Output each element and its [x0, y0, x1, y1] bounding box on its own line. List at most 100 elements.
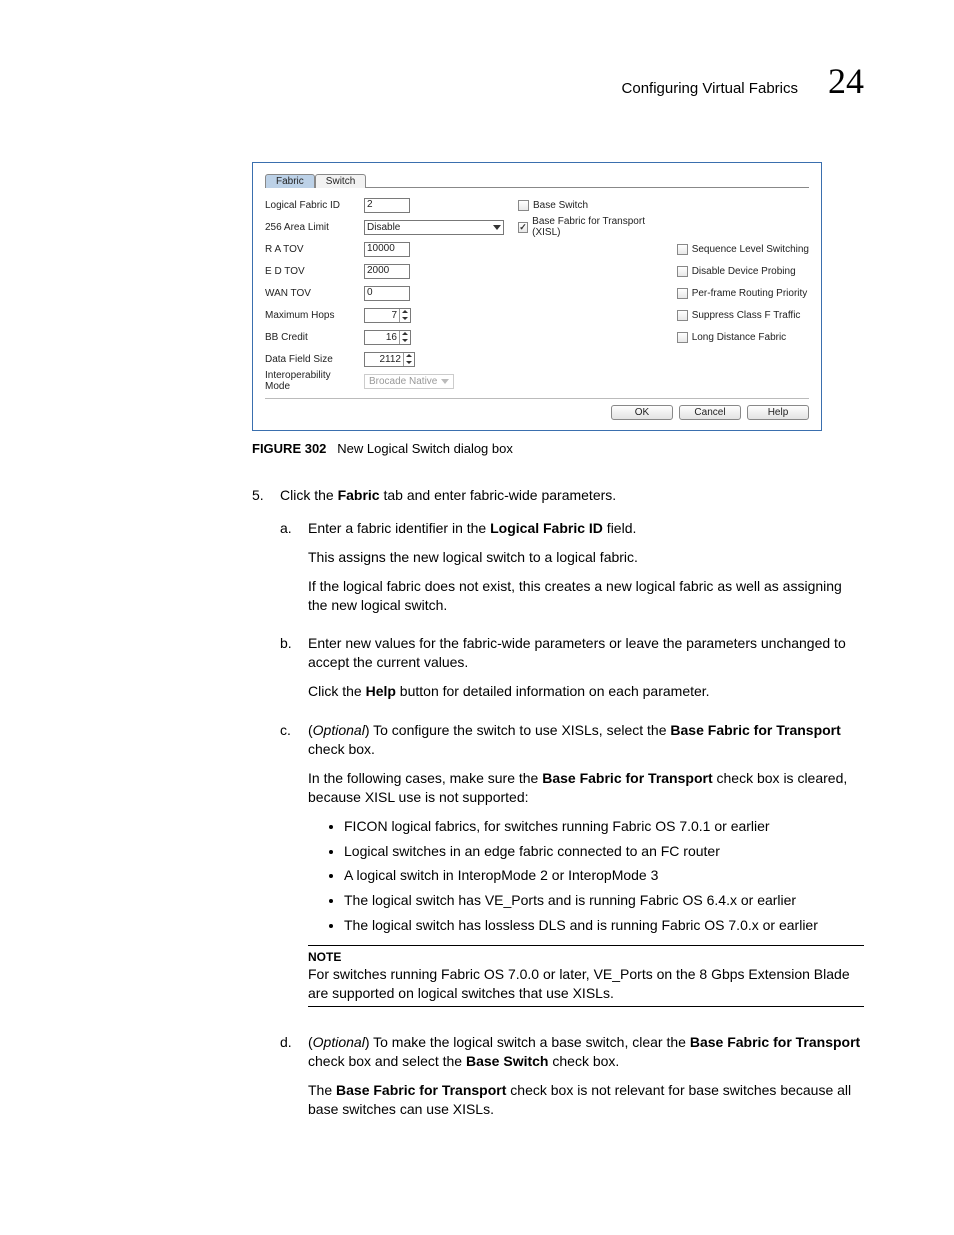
text: field.: [603, 520, 636, 536]
substep-letter: a.: [280, 519, 308, 625]
check-label: Sequence Level Switching: [692, 244, 809, 255]
tab-fabric[interactable]: Fabric: [265, 174, 315, 188]
substep-b: b. Enter new values for the fabric-wide …: [280, 634, 864, 711]
cancel-button[interactable]: Cancel: [679, 405, 741, 420]
arrow-down-icon: [402, 339, 408, 342]
text: The: [308, 1082, 336, 1098]
input-ed-tov[interactable]: 2000: [364, 264, 410, 279]
text: Click the: [308, 683, 366, 699]
check-label: Long Distance Fabric: [692, 332, 787, 343]
input-column: 2 Disable 10000 2000 0 7: [364, 194, 504, 392]
bullet-item: A logical switch in InteropMode 2 or Int…: [344, 866, 864, 885]
checkbox-base-fabric-transport[interactable]: [518, 222, 528, 233]
checks-right: Sequence Level Switching Disable Device …: [677, 194, 809, 392]
new-logical-switch-dialog: Fabric Switch Logical Fabric ID 256 Area…: [252, 162, 822, 431]
figure-label: FIGURE 302: [252, 441, 326, 456]
check-label: Disable Device Probing: [692, 266, 796, 277]
label-wan-tov: WAN TOV: [265, 282, 350, 304]
text-bold: Base Fabric for Transport: [670, 722, 840, 738]
substep-letter: c.: [280, 721, 308, 1023]
input-logical-fabric-id[interactable]: 2: [364, 198, 410, 213]
text-bold: Logical Fabric ID: [490, 520, 603, 536]
spinner-value: 2112: [365, 353, 403, 366]
check-label: Base Fabric for Transport (XISL): [532, 216, 663, 238]
bullet-list: FICON logical fabrics, for switches runn…: [308, 817, 864, 935]
help-button[interactable]: Help: [747, 405, 809, 420]
checkbox-per-frame-routing[interactable]: [677, 288, 688, 299]
chevron-down-icon: [441, 379, 449, 384]
ok-button[interactable]: OK: [611, 405, 673, 420]
substeps: a. Enter a fabric identifier in the Logi…: [280, 519, 864, 1129]
check-label: Per-frame Routing Priority: [692, 288, 808, 299]
input-ra-tov[interactable]: 10000: [364, 242, 410, 257]
substep-d: d. (Optional) To make the logical switch…: [280, 1033, 864, 1129]
bullet-item: The logical switch has lossless DLS and …: [344, 916, 864, 935]
figure-caption: FIGURE 302 New Logical Switch dialog box: [252, 441, 864, 456]
arrow-up-icon: [402, 332, 408, 335]
bullet-item: Logical switches in an edge fabric conne…: [344, 842, 864, 861]
text: ) To configure the switch to use XISLs, …: [365, 722, 671, 738]
header-title: Configuring Virtual Fabrics: [622, 80, 798, 97]
text-italic: Optional: [313, 722, 365, 738]
dialog-buttons: OK Cancel Help: [265, 398, 809, 420]
label-bb-credit: BB Credit: [265, 326, 350, 348]
label-interop-mode: Interoperability Mode: [265, 370, 350, 392]
note-text: For switches running Fabric OS 7.0.0 or …: [308, 965, 864, 1003]
text: check box and select the: [308, 1053, 466, 1069]
text: This assigns the new logical switch to a…: [308, 548, 864, 567]
text: Enter new values for the fabric-wide par…: [308, 634, 864, 672]
page-header: Configuring Virtual Fabrics 24: [90, 60, 864, 102]
spinner-data-field-size[interactable]: 2112: [364, 352, 415, 367]
checkbox-long-distance-fabric[interactable]: [677, 332, 688, 343]
select-value: Brocade Native: [369, 376, 437, 387]
text: button for detailed information on each …: [396, 683, 710, 699]
input-wan-tov[interactable]: 0: [364, 286, 410, 301]
substep-c: c. (Optional) To configure the switch to…: [280, 721, 864, 1023]
arrow-down-icon: [402, 317, 408, 320]
text-bold: Base Fabric for Transport: [690, 1034, 860, 1050]
text: In the following cases, make sure the: [308, 770, 542, 786]
arrow-up-icon: [402, 310, 408, 313]
check-label: Suppress Class F Traffic: [692, 310, 801, 321]
select-256-area-limit[interactable]: Disable: [364, 220, 504, 235]
spinner-value: 7: [365, 309, 399, 322]
label-max-hops: Maximum Hops: [265, 304, 350, 326]
text: tab and enter fabric-wide parameters.: [380, 487, 617, 503]
text: Enter a fabric identifier in the: [308, 520, 490, 536]
label-logical-fabric-id: Logical Fabric ID: [265, 194, 350, 216]
text: check box.: [308, 741, 375, 757]
text-bold: Base Fabric for Transport: [542, 770, 712, 786]
arrow-down-icon: [406, 361, 412, 364]
substep-letter: b.: [280, 634, 308, 711]
checkbox-base-switch[interactable]: [518, 200, 529, 211]
chapter-number: 24: [828, 60, 864, 102]
body-content: 5. Click the Fabric tab and enter fabric…: [252, 486, 864, 1129]
bullet-item: FICON logical fabrics, for switches runn…: [344, 817, 864, 836]
select-interop-mode: Brocade Native: [364, 374, 454, 389]
checkbox-suppress-class-f[interactable]: [677, 310, 688, 321]
spinner-max-hops[interactable]: 7: [364, 308, 411, 323]
page: Configuring Virtual Fabrics 24 Fabric Sw…: [0, 0, 954, 1235]
spinner-bb-credit[interactable]: 16: [364, 330, 411, 345]
note-heading: NOTE: [308, 949, 864, 965]
text: check box.: [548, 1053, 619, 1069]
text: Click the: [280, 487, 338, 503]
note-block: NOTE For switches running Fabric OS 7.0.…: [308, 945, 864, 1007]
figure-title: New Logical Switch dialog box: [337, 441, 513, 456]
check-label: Base Switch: [533, 200, 588, 211]
arrow-up-icon: [406, 354, 412, 357]
text-bold: Help: [366, 683, 396, 699]
label-ra-tov: R A TOV: [265, 238, 350, 260]
chevron-down-icon: [493, 225, 501, 230]
checkbox-disable-device-probing[interactable]: [677, 266, 688, 277]
dialog-tabs: Fabric Switch: [265, 173, 809, 188]
label-256-area-limit: 256 Area Limit: [265, 216, 350, 238]
checkbox-seq-level-switching[interactable]: [677, 244, 688, 255]
spinner-value: 16: [365, 331, 399, 344]
dialog-body: Logical Fabric ID 256 Area Limit R A TOV…: [265, 194, 809, 392]
substep-a: a. Enter a fabric identifier in the Logi…: [280, 519, 864, 625]
substep-letter: d.: [280, 1033, 308, 1129]
text-bold: Fabric: [338, 487, 380, 503]
tab-switch[interactable]: Switch: [315, 174, 366, 188]
text-italic: Optional: [313, 1034, 365, 1050]
